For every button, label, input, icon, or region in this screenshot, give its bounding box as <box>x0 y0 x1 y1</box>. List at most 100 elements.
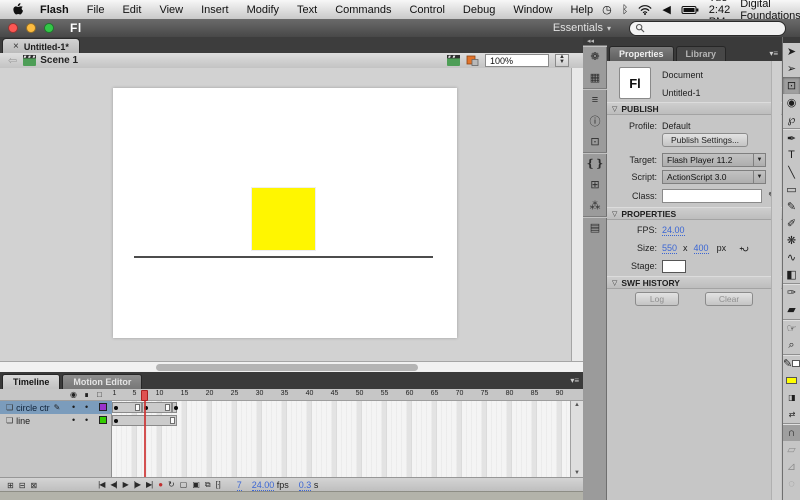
tab-library[interactable]: Library <box>676 46 727 61</box>
bone-tool[interactable]: ∿ <box>783 249 800 266</box>
menu-debug[interactable]: Debug <box>454 4 504 16</box>
edit-scene-icon[interactable] <box>447 55 460 66</box>
zoom-window-button[interactable] <box>44 23 54 33</box>
minimize-window-button[interactable] <box>26 23 36 33</box>
swatches-panel-icon[interactable]: ▦ <box>583 67 607 88</box>
log-button[interactable]: Log <box>635 292 679 306</box>
eyedropper-tool[interactable]: ✑ <box>783 283 800 301</box>
wifi-icon[interactable] <box>638 4 652 15</box>
loop-button[interactable]: ↻ <box>168 480 174 490</box>
battery-icon[interactable] <box>681 5 699 15</box>
edit-multiple-frames-button[interactable]: ⧉ <box>205 480 210 490</box>
subselection-tool[interactable]: ➢ <box>783 60 800 77</box>
black-white-button[interactable]: ◨ <box>783 389 800 406</box>
horizontal-line-shape[interactable] <box>134 256 433 258</box>
search-input[interactable] <box>629 21 786 36</box>
menu-commands[interactable]: Commands <box>326 4 400 16</box>
stage-canvas[interactable] <box>113 88 457 338</box>
playhead-line[interactable] <box>144 401 146 477</box>
pen-tool[interactable]: ✒ <box>783 128 800 146</box>
fps-value[interactable]: 24.00 <box>662 225 685 236</box>
delete-layer-button[interactable]: ⊠ <box>30 481 36 490</box>
scrollbar-thumb[interactable] <box>156 364 418 371</box>
menu-help[interactable]: Help <box>561 4 602 16</box>
hand-tool[interactable]: ☞ <box>783 319 800 337</box>
object-drawing-option[interactable]: ◌ <box>783 475 800 492</box>
zoom-stepper[interactable]: ▲▼ <box>555 54 569 67</box>
deco-tool[interactable]: ❋ <box>783 232 800 249</box>
zoom-tool[interactable]: ⌕ <box>783 337 800 354</box>
snap-to-objects-toggle[interactable]: ∩ <box>783 423 800 441</box>
document-tab[interactable]: × Untitled-1* <box>2 38 80 54</box>
swf-history-section-header[interactable]: ▽ SWF HISTORY <box>607 276 782 289</box>
stage-zoom-input[interactable]: 100% <box>485 54 549 67</box>
layer-row-circle-ctr[interactable]: ❏circle ctr✎•• <box>0 401 112 414</box>
tab-motion-editor[interactable]: Motion Editor <box>62 374 142 389</box>
step-forward-button[interactable]: |▶ <box>134 480 140 490</box>
project-panel-icon[interactable]: ▤ <box>583 216 607 238</box>
volume-icon[interactable]: ◀ <box>662 3 670 16</box>
3d-rotation-tool[interactable]: ◉ <box>783 94 800 111</box>
frame-rate-value[interactable]: 24.00 <box>252 480 275 491</box>
line-tool[interactable]: ╲ <box>783 164 800 181</box>
publish-section-header[interactable]: ▽ PUBLISH <box>607 102 782 115</box>
publish-settings-button[interactable]: Publish Settings... <box>662 133 748 147</box>
menu-window[interactable]: Window <box>504 4 561 16</box>
frame-span[interactable] <box>142 402 172 413</box>
brush-tool[interactable]: ✐ <box>783 215 800 232</box>
tab-timeline[interactable]: Timeline <box>2 374 60 389</box>
dock-collapse-bar[interactable]: ◂◂ ▸▸ <box>583 37 800 45</box>
color-panel-icon[interactable]: ❁ <box>583 45 607 67</box>
layer-name[interactable]: line <box>16 416 30 426</box>
menu-text[interactable]: Text <box>288 4 326 16</box>
layer-visibility-dot[interactable]: • <box>72 415 75 425</box>
components-panel-icon[interactable]: ⊞ <box>583 174 607 195</box>
transform-panel-icon[interactable]: ⊡ <box>583 131 607 152</box>
pasteboard[interactable] <box>0 68 571 361</box>
menu-control[interactable]: Control <box>400 4 453 16</box>
lock-all-layers-icon[interactable]: ∎ <box>84 390 89 399</box>
timeline-frames-grid[interactable] <box>112 401 570 477</box>
lasso-tool[interactable]: ℘ <box>783 111 800 128</box>
yellow-rectangle-shape[interactable] <box>252 188 315 250</box>
time-machine-icon[interactable]: ◷ <box>602 3 612 16</box>
menu-edit[interactable]: Edit <box>113 4 150 16</box>
close-tab-icon[interactable]: × <box>13 41 19 52</box>
stage-horizontal-scrollbar[interactable] <box>0 361 583 372</box>
scene-breadcrumb[interactable]: Scene 1 <box>40 55 78 66</box>
paint-bucket-tool[interactable]: ◧ <box>783 266 800 283</box>
back-arrow-icon[interactable]: ⇦ <box>8 54 17 67</box>
selection-tool[interactable]: ➤ <box>783 43 800 60</box>
elapsed-time-value[interactable]: 0.3 <box>299 480 312 491</box>
menu-flash[interactable]: Flash <box>31 4 78 16</box>
rectangle-tool[interactable]: ▭ <box>783 181 800 198</box>
modify-markers-button[interactable]: [·] <box>216 480 220 490</box>
size-settings-wrench-icon[interactable]: ⚳ <box>738 244 749 251</box>
close-window-button[interactable] <box>8 23 18 33</box>
swap-colors-button[interactable]: ⇄ <box>783 406 800 423</box>
layer-name[interactable]: circle ctr <box>16 403 50 413</box>
bluetooth-icon[interactable]: ᛒ <box>622 4 629 16</box>
class-input[interactable] <box>662 189 762 203</box>
layer-lock-dot[interactable]: • <box>85 415 88 425</box>
apple-menu[interactable] <box>0 3 31 16</box>
show-hide-all-layers-icon[interactable]: ◉ <box>70 390 77 399</box>
straighten-option[interactable]: ⊿ <box>783 458 800 475</box>
frame-span[interactable] <box>172 402 177 413</box>
motion-presets-panel-icon[interactable]: ⁂ <box>583 195 607 216</box>
fill-color-control[interactable] <box>783 372 800 389</box>
frame-span[interactable] <box>112 402 142 413</box>
script-dropdown[interactable]: ActionScript 3.0 ▼ <box>662 170 766 184</box>
new-layer-button[interactable]: ⊞ <box>7 481 13 490</box>
free-transform-tool[interactable]: ⊡ <box>783 77 800 94</box>
layer-outline-color-chip[interactable] <box>99 403 107 411</box>
timeline-ruler[interactable]: 151015202530354045505560657075808590 <box>112 389 570 401</box>
target-dropdown[interactable]: Flash Player 11.2 ▼ <box>662 153 766 167</box>
center-frame-button[interactable]: ● <box>158 480 162 490</box>
eraser-tool[interactable]: ▰ <box>783 301 800 318</box>
code-snippets-panel-icon[interactable]: ❴❵ <box>583 152 607 174</box>
align-panel-icon[interactable]: ≡ <box>583 88 607 110</box>
outline-all-layers-icon[interactable]: □ <box>97 390 102 399</box>
info-panel-icon[interactable]: ⓘ <box>583 110 607 131</box>
color-swatch[interactable] <box>786 377 797 384</box>
